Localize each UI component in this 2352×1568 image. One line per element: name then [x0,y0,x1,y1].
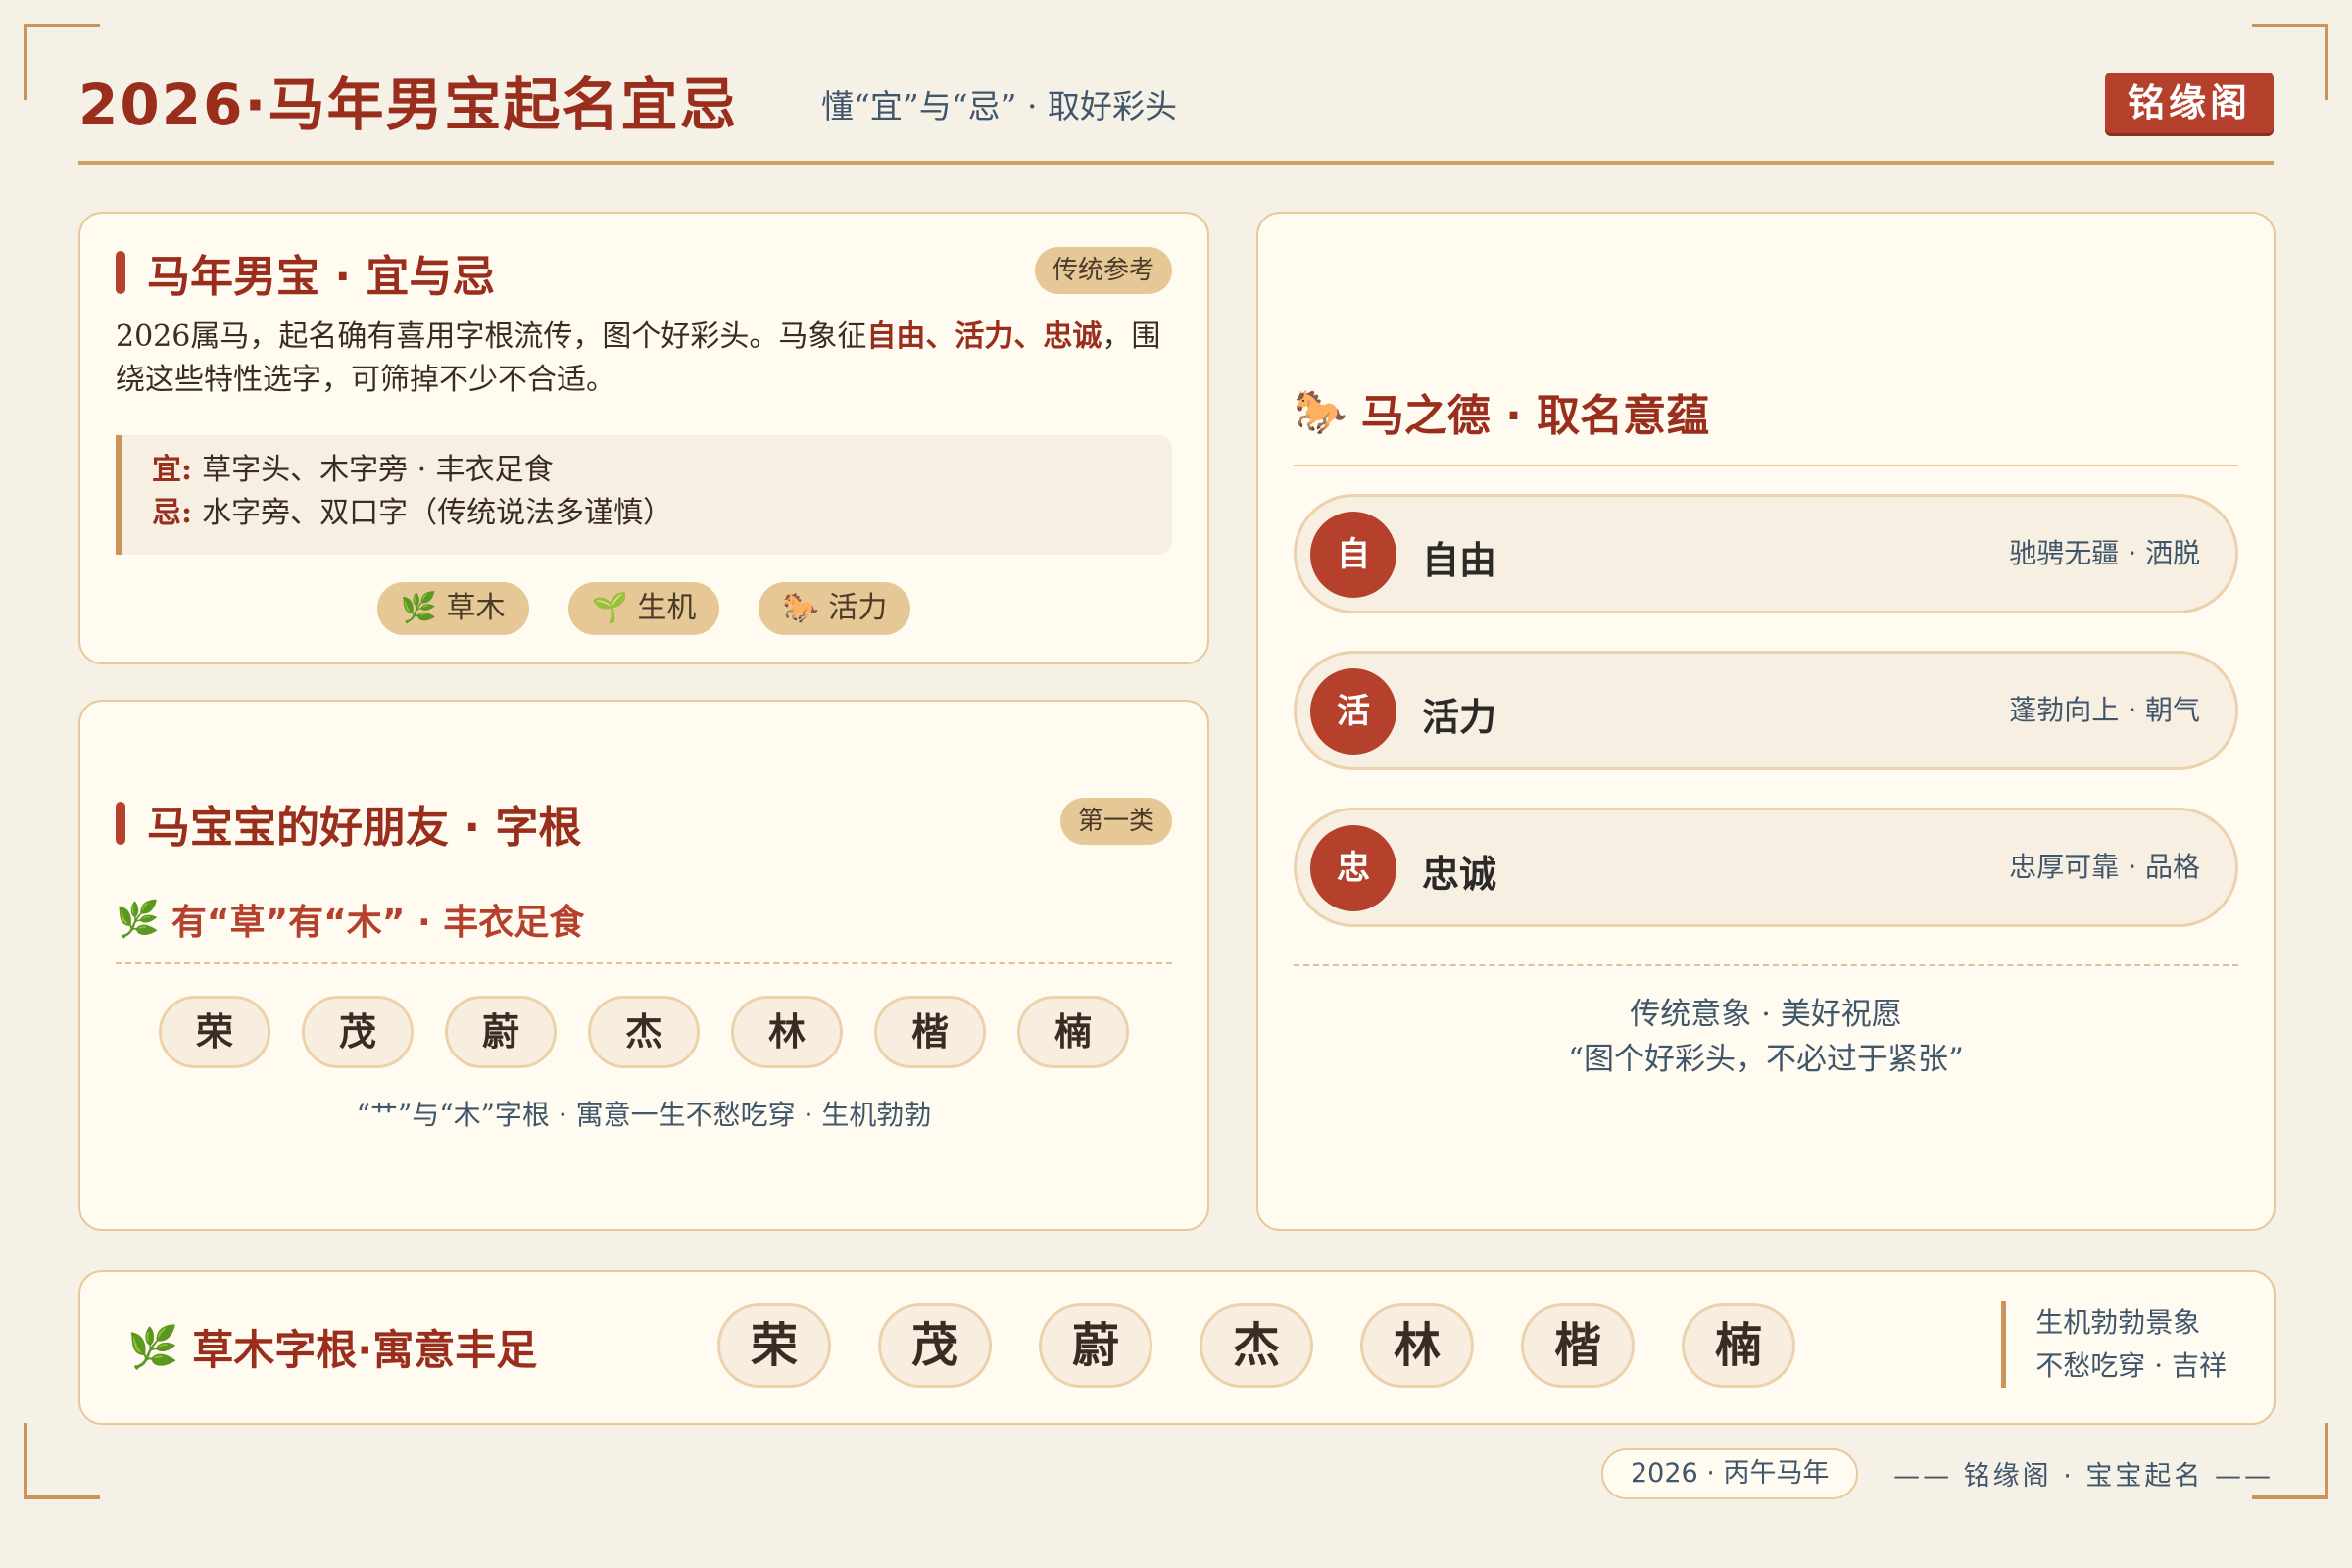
root-char: 楷 [874,996,986,1068]
virtue-footnote: 传统意象 · 美好祝愿 “图个好彩头，不必过于紧张” [1258,992,2274,1082]
ji-text: 水字旁、双口字（传统说法多谨慎） [202,496,673,530]
summary-char: 楠 [1682,1303,1795,1388]
virtue-item: 自 自由 驰骋无疆 · 洒脱 [1294,494,2238,613]
yi-ji-title: 马年男宝 · 宜与忌 [116,241,495,304]
tradition-tag: 传统参考 [1034,247,1172,294]
virtue-footnote-line-2: “图个好彩头，不必过于紧张” [1568,1042,1964,1077]
summary-char: 杰 [1200,1303,1313,1388]
intro-highlight: 自由、活力、忠诚 [866,319,1102,354]
root-char: 荣 [159,996,270,1068]
virtue-badge: 忠 [1310,825,1396,911]
virtue-item: 忠 忠诚 忠厚可靠 · 品格 [1294,808,2238,927]
root-char: 楠 [1017,996,1129,1068]
summary-side-line-2: 不愁吃穿 · 吉祥 [2035,1349,2227,1382]
virtue-card: 🐎 马之德 · 取名意蕴 自 自由 驰骋无疆 · 洒脱 活 活力 蓬勃向上 · … [1256,212,2276,1231]
summary-char: 蔚 [1039,1303,1152,1388]
radical-title-text: 马宝宝的好朋友 · 字根 [147,803,582,853]
virtue-badge: 活 [1310,668,1396,755]
yi-label: 宜: [152,453,193,487]
summary-char: 荣 [717,1303,831,1388]
virtue-item: 活 活力 蓬勃向上 · 朝气 [1294,651,2238,770]
summary-side-note: 生机勃勃景象 不愁吃穿 · 吉祥 [2001,1301,2227,1388]
virtue-desc: 驰骋无疆 · 洒脱 [2009,537,2200,569]
intro-paragraph: 2026属马，起名确有喜用字根流传，图个好彩头。马象征自由、活力、忠诚，围绕这些… [116,316,1172,402]
corner-ornament-bottom-left [24,1423,100,1499]
summary-title-text: 草木字根·寓意丰足 [192,1326,538,1374]
yi-text: 草字头、木字旁 · 丰衣足食 [202,453,554,487]
yi-ji-title-text: 马年男宝 · 宜与忌 [147,252,496,302]
radical-title: 马宝宝的好朋友 · 字根 [116,792,581,855]
page-title: 2026·马年男宝起名宜忌 [78,72,739,138]
leaf-icon: 🌿 [127,1322,179,1371]
year-badge: 2026 · 丙午马年 [1601,1448,1859,1499]
intro-text-1: 2026属马，起名确有喜用字根流传，图个好彩头。马象征 [116,319,867,354]
virtue-desc: 蓬勃向上 · 朝气 [2009,694,2200,726]
summary-char: 林 [1360,1303,1474,1388]
virtue-desc: 忠厚可靠 · 品格 [2009,851,2200,883]
dashed-divider [1294,964,2238,966]
radical-subsection: 🌿 有“草”有“木” · 丰衣足食 [116,894,584,945]
virtue-title: 🐎 马之德 · 取名意蕴 [1294,380,1709,443]
virtue-name: 活力 [1422,696,1497,739]
page-header: 2026·马年男宝起名宜忌 懂“宜”与“忌” · 取好彩头 铭缘阁 [78,51,2274,165]
root-char: 林 [731,996,843,1068]
title-accent-bar [116,251,125,294]
radical-subsection-text: 有“草”有“木” · 丰衣足食 [171,903,585,943]
horse-icon: 🐎 [1294,387,1348,437]
leaf-icon: 🌿 [116,900,160,940]
chip-caomu: 🌿 草木 [376,582,529,635]
summary-char: 楷 [1521,1303,1635,1388]
ji-line: 忌: 水字旁、双口字（传统说法多谨慎） [152,492,1143,535]
virtue-name: 自由 [1422,539,1497,582]
keyword-chips: 🌿 草木 🌱 生机 🐎 活力 [80,582,1207,635]
root-char: 蔚 [445,996,557,1068]
root-char: 茂 [302,996,414,1068]
virtue-footnote-line-1: 传统意象 · 美好祝愿 [1630,997,1902,1032]
radical-caption: “艹”与“木”字根 · 寓意一生不愁吃穿 · 生机勃勃 [356,1099,932,1131]
radical-characters: 荣 茂 蔚 杰 林 楷 楠 [80,996,1207,1068]
chip-shengji: 🌱 生机 [567,582,720,635]
virtue-list: 自 自由 驰骋无疆 · 洒脱 活 活力 蓬勃向上 · 朝气 忠 忠诚 忠厚可靠 … [1294,494,2238,964]
yi-line: 宜: 草字头、木字旁 · 丰衣足食 [152,449,1143,492]
virtue-badge: 自 [1310,512,1396,598]
category-tag: 第一类 [1059,798,1172,845]
title-accent-bar [116,802,125,845]
radical-card: 马宝宝的好朋友 · 字根 第一类 🌿 有“草”有“木” · 丰衣足食 荣 茂 蔚… [78,700,1209,1231]
footer-credit: —— 铭缘阁 · 宝宝起名 —— [1893,1461,2274,1492]
summary-side-line-1: 生机勃勃景象 [2035,1306,2201,1339]
dashed-divider [116,962,1172,964]
chip-huoli: 🐎 活力 [759,582,911,635]
root-char: 杰 [588,996,700,1068]
summary-title: 🌿 草木字根·寓意丰足 [127,1317,537,1377]
virtue-name: 忠诚 [1422,853,1497,896]
summary-strip: 🌿 草木字根·寓意丰足 荣 茂 蔚 杰 林 楷 楠 生机勃勃景象 不愁吃穿 · … [78,1270,2276,1425]
virtue-title-text: 马之德 · 取名意蕴 [1360,391,1710,441]
yi-ji-card: 马年男宝 · 宜与忌 传统参考 2026属马，起名确有喜用字根流传，图个好彩头。… [78,212,1209,664]
brand-badge: 铭缘阁 [2105,73,2274,133]
summary-characters: 荣 茂 蔚 杰 林 楷 楠 [717,1303,1795,1388]
summary-char: 茂 [878,1303,992,1388]
page-subtitle: 懂“宜”与“忌” · 取好彩头 [821,87,1177,125]
yi-ji-note: 宜: 草字头、木字旁 · 丰衣足食 忌: 水字旁、双口字（传统说法多谨慎） [116,435,1172,555]
ji-label: 忌: [152,496,193,530]
title-divider [1294,465,2238,466]
